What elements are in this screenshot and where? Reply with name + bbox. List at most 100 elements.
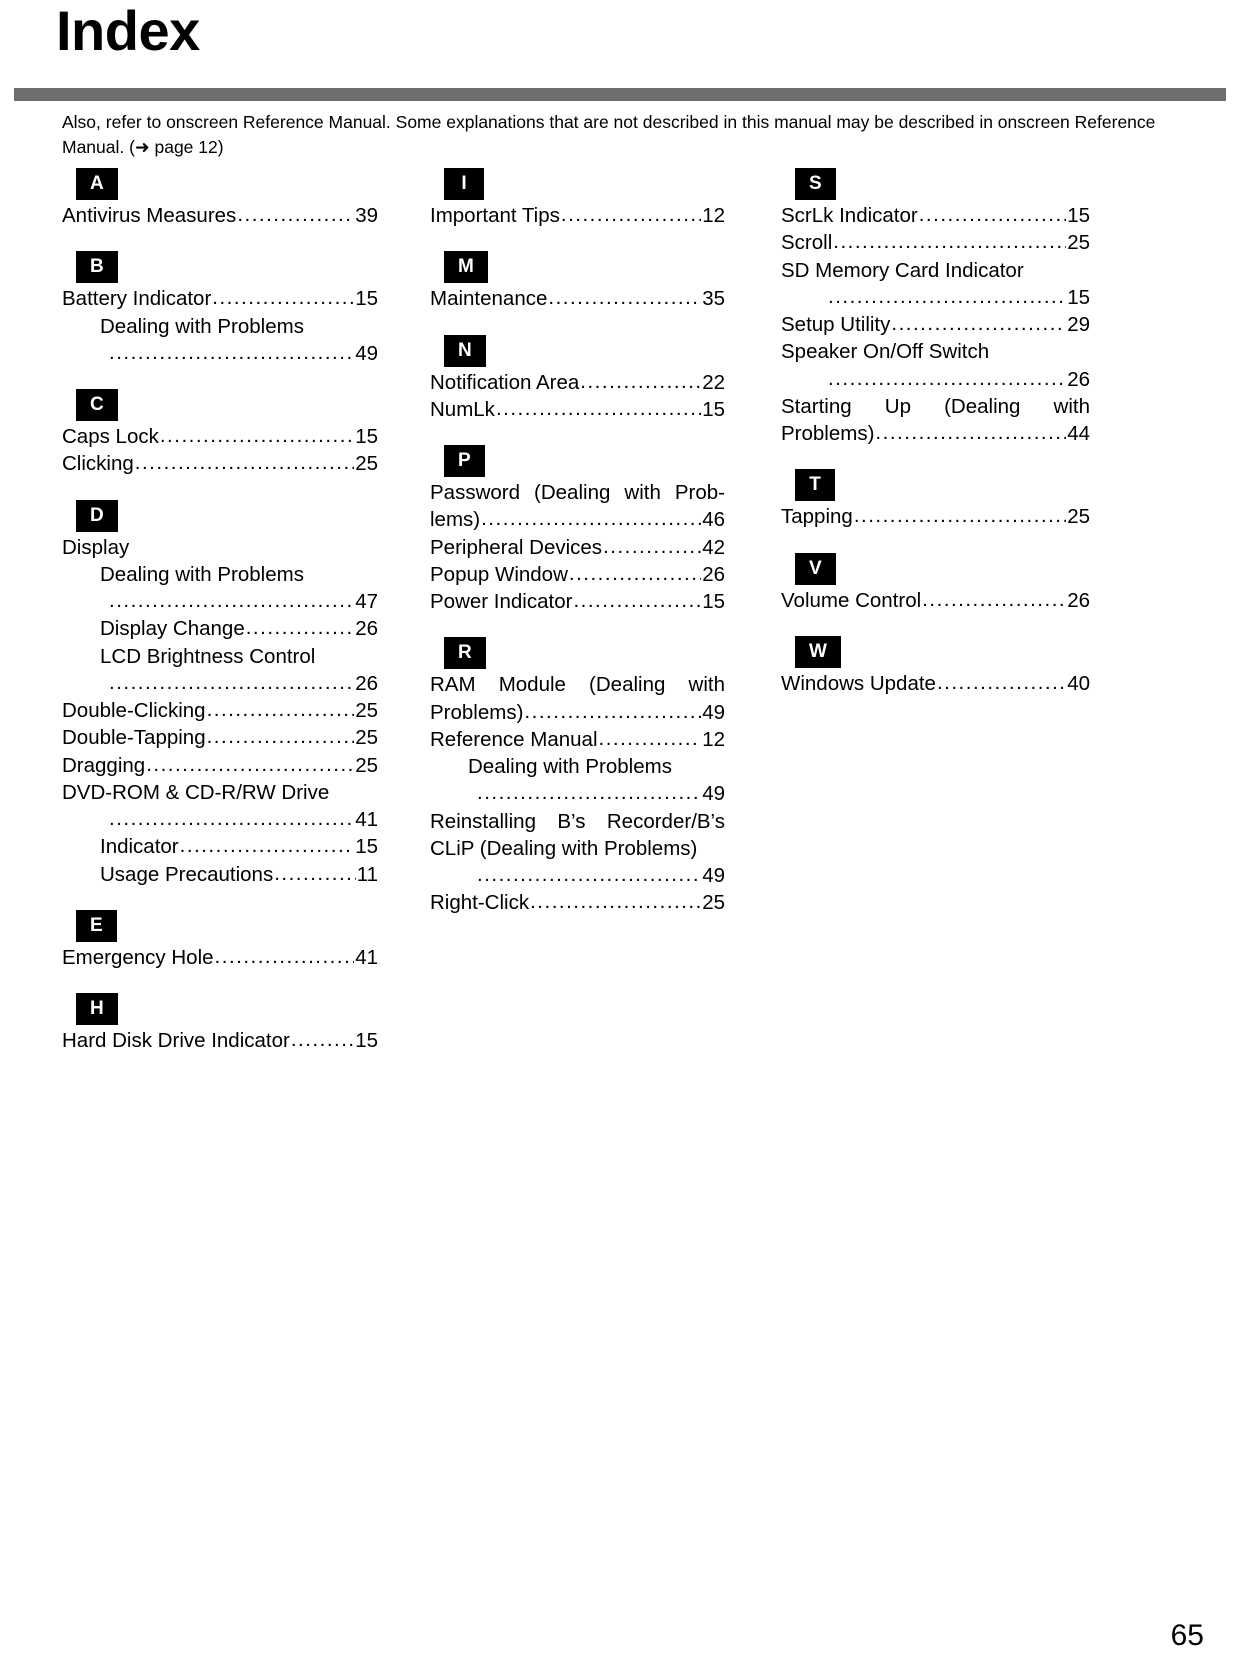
index-entry-page: 15 [355, 835, 378, 859]
index-entry-page[interactable]: 15 [1066, 284, 1090, 311]
letter-badge-h: H [76, 993, 118, 1025]
index-entry-page: 46 [702, 508, 725, 532]
index-entry-label: Setup Utility [781, 313, 891, 336]
index-entry[interactable]: Double-Clicking.........................… [62, 697, 378, 724]
index-entry[interactable]: Problems)...............................… [430, 699, 725, 726]
intro-text: Also, refer to onscreen Reference Manual… [62, 112, 1156, 157]
index-entry-page: 25 [1067, 505, 1090, 529]
leader-dots: ........................................… [179, 834, 355, 858]
index-entry-label-line[interactable]: RAM Module (Dealing with [430, 671, 725, 698]
index-entry-page: 44 [1067, 422, 1090, 445]
letter-badge-p: P [444, 445, 485, 477]
index-entry-page: 22 [702, 370, 725, 394]
index-entry-page: 25 [355, 726, 378, 750]
leader-dots: ........................................… [918, 203, 1066, 226]
leader-dots: ........................................… [214, 944, 355, 968]
index-entry-label[interactable]: Speaker On/Off Switch [781, 338, 1090, 365]
index-entry[interactable]: Antivirus Measures......................… [62, 202, 378, 229]
index-entry[interactable]: Caps Lock...............................… [62, 423, 378, 450]
intro-note: Also, refer to onscreen Reference Manual… [62, 110, 1188, 160]
index-entry-label: Peripheral Devices [430, 535, 603, 559]
index-entry-leader-row: ........................................… [430, 862, 725, 889]
index-entry-page: 29 [1067, 313, 1090, 336]
index-entry[interactable]: Reference Manual........................… [430, 726, 725, 753]
leader-dots: ........................................… [477, 781, 701, 805]
index-section-d: D Display Dealing with Problems...........… [62, 499, 378, 888]
index-entry-label[interactable]: Dealing with Problems [430, 753, 725, 780]
index-entry[interactable]: NumLk...................................… [430, 396, 725, 423]
index-entry[interactable]: Peripheral Devices......................… [430, 534, 725, 561]
index-entry-label-line[interactable]: Starting Up (Dealing with [781, 393, 1090, 420]
index-entry-label[interactable]: Dealing with Problems [62, 313, 378, 340]
index-entry-page[interactable]: 47 [354, 588, 378, 615]
index-entry[interactable]: Battery Indicator.......................… [62, 285, 378, 312]
index-entry-page[interactable]: 41 [354, 806, 378, 833]
leader-dots: ........................................… [603, 534, 702, 558]
leader-dots: ........................................… [274, 861, 356, 885]
leader-dots: ........................................… [212, 286, 354, 310]
index-entry-label[interactable]: DVD-ROM & CD-R/RW Drive [62, 779, 378, 806]
index-entry-page: 35 [702, 287, 725, 311]
index-entry[interactable]: Tapping.................................… [781, 503, 1090, 530]
index-entry-label-line[interactable]: Password (Dealing with Prob- [430, 479, 725, 506]
leader-dots: ........................................… [598, 726, 702, 750]
page-number: 65 [1170, 1619, 1204, 1652]
leader-dots: ........................................… [828, 366, 1066, 390]
index-section-m: MMaintenance............................… [430, 251, 725, 312]
index-entry-page: 26 [355, 617, 378, 641]
index-entry[interactable]: Right-Click.............................… [430, 889, 725, 916]
index-entry-label[interactable]: SD Memory Card Indicator [781, 257, 1090, 284]
index-section-a: AAntivirus Measures.....................… [62, 168, 378, 229]
index-entry[interactable]: Popup Window............................… [430, 561, 725, 588]
index-entry[interactable]: Double-Tapping..........................… [62, 724, 378, 751]
leader-dots: ........................................… [290, 1028, 355, 1051]
index-entry-page: 25 [355, 452, 378, 476]
index-entry-page: 25 [355, 753, 378, 777]
index-entry-page: 39 [355, 204, 378, 227]
index-entry[interactable]: Notification Area.......................… [430, 369, 725, 396]
index-entry-label: Dragging [62, 753, 146, 777]
index-entry-label: Usage Precautions [100, 862, 274, 886]
index-entry-label: NumLk [430, 397, 495, 421]
index-entry-page[interactable]: 26 [354, 670, 378, 697]
index-entry-label: ScrLk Indicator [781, 204, 918, 227]
index-entry-page[interactable]: 49 [701, 780, 725, 807]
index-entry[interactable]: Volume Control..........................… [781, 587, 1090, 614]
index-entry-label: Right-Click [430, 891, 530, 915]
index-entry[interactable]: Indicator...............................… [62, 833, 378, 860]
index-entry-label: Popup Window [430, 562, 568, 586]
index-entry[interactable]: Clicking................................… [62, 450, 378, 477]
letter-badge-a: A [76, 168, 118, 200]
index-entry[interactable]: Important Tips..........................… [430, 202, 725, 229]
index-entry[interactable]: Display Change..........................… [62, 615, 378, 642]
column-1: AAntivirus Measures.....................… [0, 168, 378, 1054]
index-entry-label[interactable]: LCD Brightness Control [62, 643, 378, 670]
index-entry-page[interactable]: 49 [701, 862, 725, 889]
index-entry[interactable]: Emergency Hole..........................… [62, 944, 378, 971]
index-entry[interactable]: lems)...................................… [430, 506, 725, 533]
index-entry[interactable]: Maintenance.............................… [430, 285, 725, 312]
index-entry[interactable]: ScrLk Indicator.........................… [781, 202, 1090, 229]
letter-badge-m: M [444, 251, 488, 284]
leader-dots: ........................................… [477, 863, 701, 886]
leader-dots: ........................................… [580, 369, 701, 393]
leader-dots: ........................................… [146, 752, 355, 776]
index-entry[interactable]: Usage Precautions.......................… [62, 861, 378, 888]
column-2: IImportant Tips.........................… [378, 168, 733, 1054]
index-entry-label[interactable]: Reinstalling B’s Recorder/B’s CLiP (Deali… [430, 808, 725, 863]
index-columns: AAntivirus Measures.....................… [0, 168, 1240, 1054]
index-entry[interactable]: Dragging................................… [62, 752, 378, 779]
leader-dots: ........................................… [524, 699, 701, 723]
index-entry[interactable]: Scroll..................................… [781, 229, 1090, 256]
letter-badge-v: V [795, 552, 836, 585]
index-entry[interactable]: Problems)...............................… [781, 420, 1090, 447]
index-entry-page[interactable]: 49 [354, 340, 378, 367]
index-entry[interactable]: Power Indicator.........................… [430, 588, 725, 615]
index-entry[interactable]: Setup Utility...........................… [781, 311, 1090, 338]
index-entry-label[interactable]: Dealing with Problems [62, 561, 378, 588]
index-entry[interactable]: Display [62, 534, 378, 561]
index-entry[interactable]: Hard Disk Drive Indicator...............… [62, 1027, 378, 1054]
index-entry[interactable]: Windows Update..........................… [781, 670, 1090, 697]
index-entry-page[interactable]: 26 [1066, 366, 1090, 393]
leader-dots: ........................................… [833, 230, 1066, 254]
